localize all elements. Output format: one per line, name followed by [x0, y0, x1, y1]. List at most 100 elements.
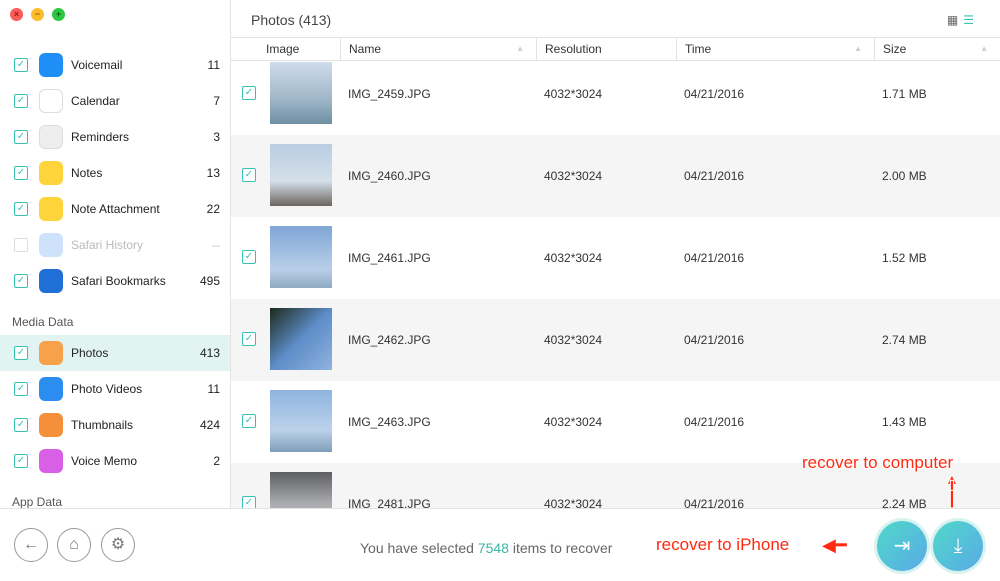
calendar-icon: [39, 89, 63, 113]
cell-resolution: 4032*3024: [544, 251, 603, 265]
maximize-window-button[interactable]: +: [52, 8, 65, 21]
media-data-header: Media Data: [12, 315, 74, 329]
sidebar-item-count: 7: [213, 94, 220, 108]
cell-size: 2.74 MB: [882, 333, 927, 347]
safari-history-icon: [39, 233, 63, 257]
note-attachment-icon: [39, 197, 63, 221]
arrow-left-icon: ◀━: [822, 535, 847, 555]
cell-size: 2.24 MB: [882, 497, 927, 508]
cell-name: IMG_2481.JPG: [348, 497, 431, 508]
sidebar-item-label: Notes: [71, 166, 103, 180]
cell-time: 04/21/2016: [684, 333, 745, 347]
sidebar-item-safari-history[interactable]: Safari History --: [0, 227, 230, 263]
cell-name: IMG_2460.JPG: [348, 169, 431, 183]
reminders-icon: [39, 125, 63, 149]
checkbox[interactable]: ✓: [14, 166, 28, 180]
sidebar-item-thumbnails[interactable]: ✓ Thumbnails 424: [0, 407, 230, 443]
photo-thumbnail[interactable]: [270, 62, 332, 124]
cell-resolution: 4032*3024: [544, 333, 603, 347]
cell-resolution: 4032*3024: [544, 87, 603, 101]
recover-to-device-button[interactable]: ⇥: [877, 521, 927, 571]
notes-icon: [39, 161, 63, 185]
photo-thumbnail[interactable]: [270, 226, 332, 288]
back-button[interactable]: ←: [14, 528, 48, 562]
checkbox[interactable]: ✓: [14, 274, 28, 288]
table-row[interactable]: ✓ IMG_2461.JPG 4032*3024 04/21/2016 1.52…: [231, 217, 1000, 299]
sidebar-item-count: 3: [213, 130, 220, 144]
photo-thumbnail[interactable]: [270, 144, 332, 206]
home-button[interactable]: ⌂: [57, 528, 91, 562]
cell-time: 04/21/2016: [684, 251, 745, 265]
sidebar-item-label: Safari Bookmarks: [71, 274, 166, 288]
cell-resolution: 4032*3024: [544, 497, 603, 508]
sidebar-item-label: Photos: [71, 346, 109, 360]
recover-to-computer-button[interactable]: ⤓: [933, 521, 983, 571]
checkbox[interactable]: ✓: [14, 382, 28, 396]
row-checkbox[interactable]: ✓: [242, 86, 256, 100]
sidebar-item-note-attachment[interactable]: ✓ Note Attachment 22: [0, 191, 230, 227]
voicemail-icon: [39, 53, 63, 77]
annotation-recover-to-iphone: recover to iPhone: [656, 535, 790, 554]
sidebar-item-label: Voice Memo: [71, 454, 138, 468]
safari-bookmarks-icon: [39, 269, 63, 293]
voice-memo-icon: [39, 449, 63, 473]
main-panel: Photos (413) ▦ ☰ Image Name ▲ Resolution …: [231, 0, 1000, 508]
sidebar-item-label: Reminders: [71, 130, 130, 144]
to-computer-icon: ⤓: [953, 535, 963, 557]
selection-status: You have selected 7548 items to recover: [360, 540, 612, 556]
cell-resolution: 4032*3024: [544, 169, 603, 183]
checkbox[interactable]: ✓: [14, 58, 28, 72]
app-data-header: App Data: [12, 495, 63, 508]
row-checkbox[interactable]: ✓: [242, 332, 256, 346]
photo-thumbnail[interactable]: [270, 472, 332, 508]
photo-thumbnail[interactable]: [270, 390, 332, 452]
sidebar-item-photo-videos[interactable]: ✓ Photo Videos 11: [0, 371, 230, 407]
row-checkbox[interactable]: ✓: [242, 414, 256, 428]
row-checkbox[interactable]: ✓: [242, 168, 256, 182]
sidebar-item-count: 11: [207, 58, 220, 72]
sidebar-item-notes[interactable]: ✓ Notes 13: [0, 155, 230, 191]
checkbox[interactable]: ✓: [14, 346, 28, 360]
footer: ← ⌂ ⚙ You have selected 7548 items to re…: [0, 508, 1000, 581]
sidebar-item-photos[interactable]: ✓ Photos 413: [0, 335, 230, 371]
grid-view-icon[interactable]: ▦: [947, 13, 958, 27]
settings-button[interactable]: ⚙: [101, 528, 135, 562]
cell-size: 1.52 MB: [882, 251, 927, 265]
checkbox[interactable]: ✓: [14, 454, 28, 468]
sidebar-item-safari-bookmarks[interactable]: ✓ Safari Bookmarks 495: [0, 263, 230, 299]
row-checkbox[interactable]: ✓: [242, 250, 256, 264]
table-row[interactable]: ✓ IMG_2462.JPG 4032*3024 04/21/2016 2.74…: [231, 299, 1000, 381]
photos-icon: [39, 341, 63, 365]
sidebar-item-voice-memo[interactable]: ✓ Voice Memo 2: [0, 443, 230, 479]
sidebar-item-voicemail[interactable]: ✓ Voicemail 11: [0, 47, 230, 83]
to-device-icon: ⇥: [893, 535, 911, 557]
sidebar-item-reminders[interactable]: ✓ Reminders 3: [0, 119, 230, 155]
photo-thumbnail[interactable]: [270, 308, 332, 370]
checkbox[interactable]: ✓: [14, 418, 28, 432]
checkbox[interactable]: [14, 238, 28, 252]
close-window-button[interactable]: ×: [10, 8, 23, 21]
cell-time: 04/21/2016: [684, 415, 745, 429]
sidebar-item-calendar[interactable]: ✓ Calendar 7: [0, 83, 230, 119]
checkbox[interactable]: ✓: [14, 202, 28, 216]
thumbnails-icon: [39, 413, 63, 437]
checkbox[interactable]: ✓: [14, 94, 28, 108]
cell-size: 1.71 MB: [882, 87, 927, 101]
sidebar-item-count: 22: [206, 202, 220, 216]
sidebar-item-count: 13: [206, 166, 220, 180]
minimize-window-button[interactable]: −: [31, 8, 44, 21]
table-row[interactable]: ✓ IMG_2459.JPG 4032*3024 04/21/2016 1.71…: [231, 53, 1000, 135]
sidebar-item-label: Calendar: [71, 94, 120, 108]
table-row[interactable]: ✓ IMG_2463.JPG 4032*3024 04/21/2016 1.43…: [231, 381, 1000, 463]
checkbox[interactable]: ✓: [14, 130, 28, 144]
cell-time: 04/21/2016: [684, 87, 745, 101]
cell-name: IMG_2463.JPG: [348, 415, 431, 429]
cell-size: 2.00 MB: [882, 169, 927, 183]
list-view-icon[interactable]: ☰: [963, 13, 974, 27]
sidebar-item-label: Voicemail: [71, 58, 123, 72]
row-checkbox[interactable]: ✓: [242, 496, 256, 508]
sidebar-item-count: 424: [199, 418, 220, 432]
table-row[interactable]: ✓ IMG_2460.JPG 4032*3024 04/21/2016 2.00…: [231, 135, 1000, 217]
annotation-recover-to-computer: recover to computer: [802, 453, 954, 472]
sidebar-item-count: --: [212, 238, 220, 252]
